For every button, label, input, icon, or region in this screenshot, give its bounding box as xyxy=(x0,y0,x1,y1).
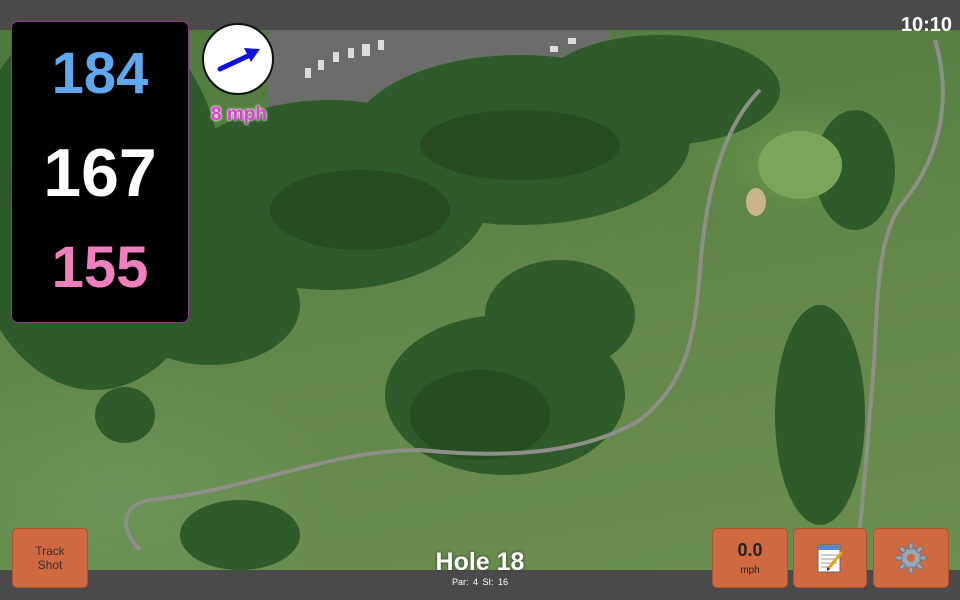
distance-panel: 184 167 155 xyxy=(12,22,188,322)
track-shot-button[interactable]: Track Shot xyxy=(12,528,88,588)
notes-button[interactable] xyxy=(793,528,867,588)
wind-direction-arrow-icon xyxy=(217,48,260,72)
settings-button[interactable] xyxy=(873,528,949,588)
clock: 10:10 xyxy=(900,14,952,36)
par-label: Par: 4 xyxy=(451,577,478,587)
front-of-green-distance: 155 xyxy=(51,235,149,300)
bunker xyxy=(746,188,766,216)
stroke-index-label: SI: 16 xyxy=(482,577,509,587)
back-of-green-distance: 184 xyxy=(51,41,149,106)
notepad-icon xyxy=(817,544,844,573)
wind-speed-value: 0.0 xyxy=(737,540,763,560)
putting-green xyxy=(758,131,842,199)
gear-icon xyxy=(895,542,927,574)
middle-of-green-distance: 167 xyxy=(43,135,157,211)
wind-speed-button[interactable]: 0.0 mph xyxy=(712,528,788,588)
hole-title: Hole 18 xyxy=(435,548,525,576)
wind-speed-unit: mph xyxy=(740,565,760,576)
track-shot-label: Track Shot xyxy=(35,544,65,572)
wind-speed-label: 8 mph xyxy=(211,104,267,125)
hole-info: Par: 4 SI: 16 xyxy=(380,577,580,587)
wind-direction-dial xyxy=(202,23,274,95)
